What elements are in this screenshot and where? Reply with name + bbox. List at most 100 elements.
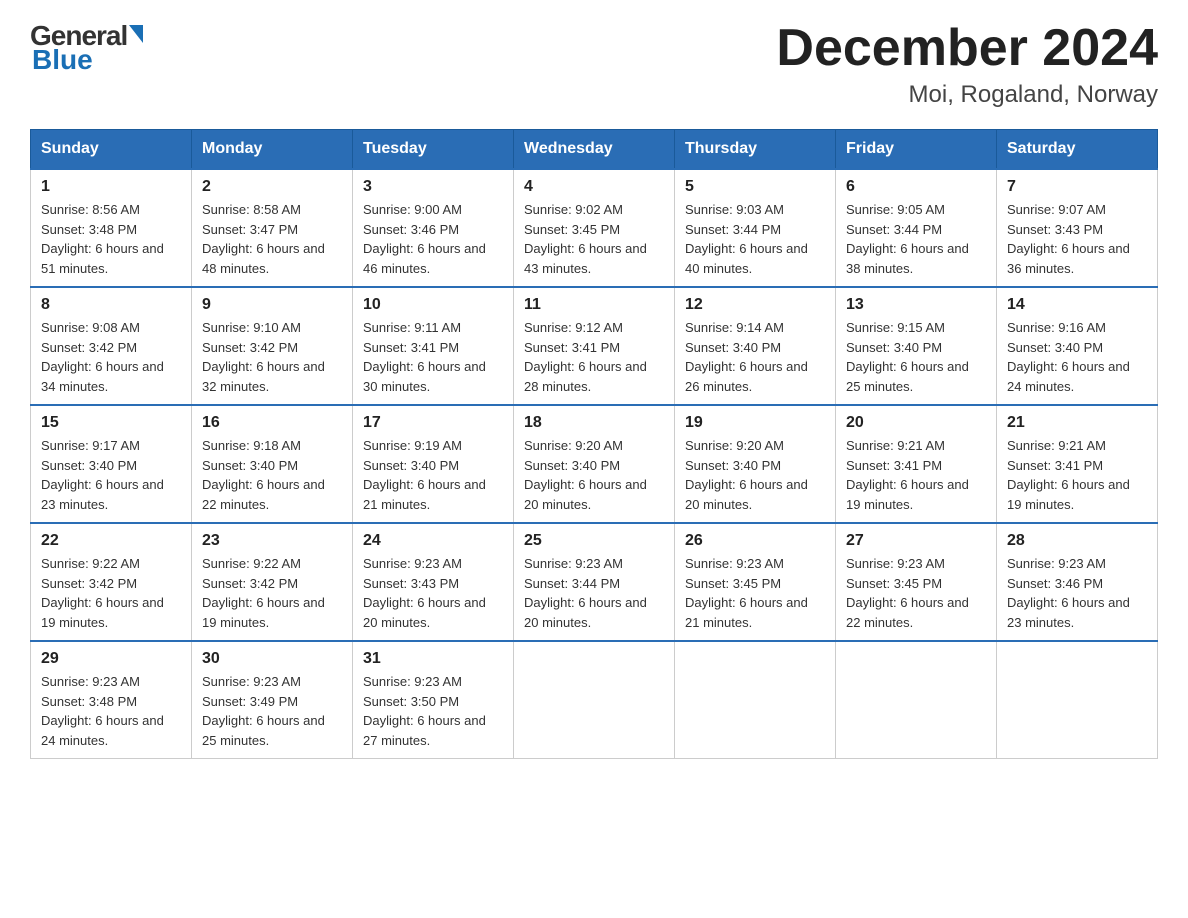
day-info: Sunrise: 9:23 AMSunset: 3:46 PMDaylight:…: [1007, 556, 1130, 630]
calendar-cell: 7 Sunrise: 9:07 AMSunset: 3:43 PMDayligh…: [997, 169, 1158, 287]
calendar-cell: 8 Sunrise: 9:08 AMSunset: 3:42 PMDayligh…: [31, 287, 192, 405]
logo-blue-text: Blue: [32, 44, 93, 76]
day-number: 5: [685, 178, 825, 196]
calendar-cell: 21 Sunrise: 9:21 AMSunset: 3:41 PMDaylig…: [997, 405, 1158, 523]
day-number: 8: [41, 296, 181, 314]
day-number: 24: [363, 532, 503, 550]
day-info: Sunrise: 9:21 AMSunset: 3:41 PMDaylight:…: [1007, 438, 1130, 512]
calendar-cell: 28 Sunrise: 9:23 AMSunset: 3:46 PMDaylig…: [997, 523, 1158, 641]
calendar-body: 1 Sunrise: 8:56 AMSunset: 3:48 PMDayligh…: [31, 169, 1158, 759]
day-info: Sunrise: 9:11 AMSunset: 3:41 PMDaylight:…: [363, 320, 486, 394]
day-info: Sunrise: 9:20 AMSunset: 3:40 PMDaylight:…: [524, 438, 647, 512]
day-number: 30: [202, 650, 342, 668]
day-info: Sunrise: 9:08 AMSunset: 3:42 PMDaylight:…: [41, 320, 164, 394]
calendar-cell: 18 Sunrise: 9:20 AMSunset: 3:40 PMDaylig…: [514, 405, 675, 523]
logo-arrow-icon: [129, 25, 143, 43]
calendar-cell: [836, 641, 997, 759]
calendar-cell: 1 Sunrise: 8:56 AMSunset: 3:48 PMDayligh…: [31, 169, 192, 287]
day-info: Sunrise: 9:23 AMSunset: 3:44 PMDaylight:…: [524, 556, 647, 630]
calendar-cell: 14 Sunrise: 9:16 AMSunset: 3:40 PMDaylig…: [997, 287, 1158, 405]
day-info: Sunrise: 9:22 AMSunset: 3:42 PMDaylight:…: [41, 556, 164, 630]
day-number: 11: [524, 296, 664, 314]
day-info: Sunrise: 9:17 AMSunset: 3:40 PMDaylight:…: [41, 438, 164, 512]
day-info: Sunrise: 9:20 AMSunset: 3:40 PMDaylight:…: [685, 438, 808, 512]
day-info: Sunrise: 9:23 AMSunset: 3:43 PMDaylight:…: [363, 556, 486, 630]
calendar-cell: 25 Sunrise: 9:23 AMSunset: 3:44 PMDaylig…: [514, 523, 675, 641]
day-info: Sunrise: 9:22 AMSunset: 3:42 PMDaylight:…: [202, 556, 325, 630]
title-block: December 2024 Moi, Rogaland, Norway: [776, 20, 1158, 109]
day-info: Sunrise: 9:02 AMSunset: 3:45 PMDaylight:…: [524, 202, 647, 276]
day-info: Sunrise: 9:19 AMSunset: 3:40 PMDaylight:…: [363, 438, 486, 512]
header-cell-monday: Monday: [192, 130, 353, 170]
calendar-cell: 3 Sunrise: 9:00 AMSunset: 3:46 PMDayligh…: [353, 169, 514, 287]
day-info: Sunrise: 9:10 AMSunset: 3:42 PMDaylight:…: [202, 320, 325, 394]
day-info: Sunrise: 9:03 AMSunset: 3:44 PMDaylight:…: [685, 202, 808, 276]
day-info: Sunrise: 9:14 AMSunset: 3:40 PMDaylight:…: [685, 320, 808, 394]
day-info: Sunrise: 9:23 AMSunset: 3:49 PMDaylight:…: [202, 674, 325, 748]
header-cell-sunday: Sunday: [31, 130, 192, 170]
header-cell-tuesday: Tuesday: [353, 130, 514, 170]
day-number: 18: [524, 414, 664, 432]
calendar-cell: 5 Sunrise: 9:03 AMSunset: 3:44 PMDayligh…: [675, 169, 836, 287]
week-row-2: 8 Sunrise: 9:08 AMSunset: 3:42 PMDayligh…: [31, 287, 1158, 405]
calendar-cell: 17 Sunrise: 9:19 AMSunset: 3:40 PMDaylig…: [353, 405, 514, 523]
day-number: 16: [202, 414, 342, 432]
day-number: 4: [524, 178, 664, 196]
day-number: 6: [846, 178, 986, 196]
day-info: Sunrise: 9:12 AMSunset: 3:41 PMDaylight:…: [524, 320, 647, 394]
day-number: 1: [41, 178, 181, 196]
day-number: 20: [846, 414, 986, 432]
calendar-cell: 4 Sunrise: 9:02 AMSunset: 3:45 PMDayligh…: [514, 169, 675, 287]
calendar-cell: 13 Sunrise: 9:15 AMSunset: 3:40 PMDaylig…: [836, 287, 997, 405]
day-number: 28: [1007, 532, 1147, 550]
day-number: 26: [685, 532, 825, 550]
day-number: 14: [1007, 296, 1147, 314]
logo: General Blue: [30, 20, 143, 76]
week-row-4: 22 Sunrise: 9:22 AMSunset: 3:42 PMDaylig…: [31, 523, 1158, 641]
calendar-cell: 26 Sunrise: 9:23 AMSunset: 3:45 PMDaylig…: [675, 523, 836, 641]
calendar-cell: 27 Sunrise: 9:23 AMSunset: 3:45 PMDaylig…: [836, 523, 997, 641]
day-info: Sunrise: 9:23 AMSunset: 3:45 PMDaylight:…: [846, 556, 969, 630]
calendar-table: SundayMondayTuesdayWednesdayThursdayFrid…: [30, 129, 1158, 759]
calendar-cell: [997, 641, 1158, 759]
day-info: Sunrise: 9:00 AMSunset: 3:46 PMDaylight:…: [363, 202, 486, 276]
day-number: 25: [524, 532, 664, 550]
day-info: Sunrise: 9:15 AMSunset: 3:40 PMDaylight:…: [846, 320, 969, 394]
calendar-cell: 23 Sunrise: 9:22 AMSunset: 3:42 PMDaylig…: [192, 523, 353, 641]
day-info: Sunrise: 9:23 AMSunset: 3:45 PMDaylight:…: [685, 556, 808, 630]
week-row-5: 29 Sunrise: 9:23 AMSunset: 3:48 PMDaylig…: [31, 641, 1158, 759]
calendar-cell: 16 Sunrise: 9:18 AMSunset: 3:40 PMDaylig…: [192, 405, 353, 523]
header-cell-friday: Friday: [836, 130, 997, 170]
day-info: Sunrise: 9:23 AMSunset: 3:48 PMDaylight:…: [41, 674, 164, 748]
day-number: 7: [1007, 178, 1147, 196]
header-cell-saturday: Saturday: [997, 130, 1158, 170]
page-header: General Blue December 2024 Moi, Rogaland…: [30, 20, 1158, 109]
day-info: Sunrise: 9:21 AMSunset: 3:41 PMDaylight:…: [846, 438, 969, 512]
day-number: 13: [846, 296, 986, 314]
calendar-cell: 15 Sunrise: 9:17 AMSunset: 3:40 PMDaylig…: [31, 405, 192, 523]
calendar-cell: 6 Sunrise: 9:05 AMSunset: 3:44 PMDayligh…: [836, 169, 997, 287]
calendar-cell: 30 Sunrise: 9:23 AMSunset: 3:49 PMDaylig…: [192, 641, 353, 759]
day-number: 31: [363, 650, 503, 668]
day-number: 19: [685, 414, 825, 432]
day-info: Sunrise: 9:23 AMSunset: 3:50 PMDaylight:…: [363, 674, 486, 748]
calendar-cell: 2 Sunrise: 8:58 AMSunset: 3:47 PMDayligh…: [192, 169, 353, 287]
day-info: Sunrise: 9:16 AMSunset: 3:40 PMDaylight:…: [1007, 320, 1130, 394]
header-cell-thursday: Thursday: [675, 130, 836, 170]
day-number: 17: [363, 414, 503, 432]
day-number: 3: [363, 178, 503, 196]
calendar-cell: 24 Sunrise: 9:23 AMSunset: 3:43 PMDaylig…: [353, 523, 514, 641]
calendar-cell: [675, 641, 836, 759]
calendar-header: SundayMondayTuesdayWednesdayThursdayFrid…: [31, 130, 1158, 170]
calendar-cell: 31 Sunrise: 9:23 AMSunset: 3:50 PMDaylig…: [353, 641, 514, 759]
calendar-cell: 19 Sunrise: 9:20 AMSunset: 3:40 PMDaylig…: [675, 405, 836, 523]
calendar-cell: 10 Sunrise: 9:11 AMSunset: 3:41 PMDaylig…: [353, 287, 514, 405]
day-number: 2: [202, 178, 342, 196]
calendar-title: December 2024: [776, 20, 1158, 77]
day-number: 15: [41, 414, 181, 432]
header-row: SundayMondayTuesdayWednesdayThursdayFrid…: [31, 130, 1158, 170]
day-info: Sunrise: 8:56 AMSunset: 3:48 PMDaylight:…: [41, 202, 164, 276]
calendar-cell: 20 Sunrise: 9:21 AMSunset: 3:41 PMDaylig…: [836, 405, 997, 523]
calendar-cell: 12 Sunrise: 9:14 AMSunset: 3:40 PMDaylig…: [675, 287, 836, 405]
day-number: 10: [363, 296, 503, 314]
